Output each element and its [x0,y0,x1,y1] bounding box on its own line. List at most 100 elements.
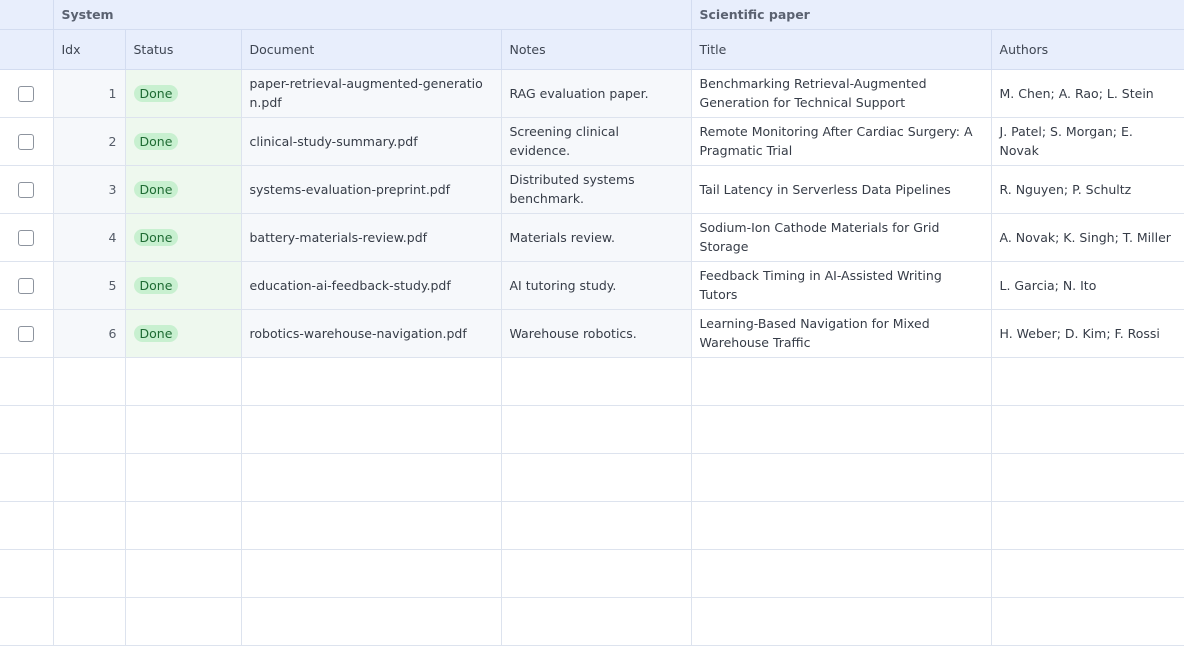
empty-cell[interactable] [990,404,1184,454]
cell-idx[interactable]: 6 [52,308,126,358]
table-row[interactable]: 1 Done paper-retrieval-augmented-generatio… [0,68,1184,118]
cell-document[interactable]: paper-retrieval-augmented-generation.pdf [240,68,502,118]
cell-authors[interactable]: A. Novak; K. Singh; T. Miller [990,212,1184,262]
empty-cell[interactable] [52,500,126,550]
empty-cell[interactable] [240,356,502,406]
header-authors[interactable]: Authors [990,28,1184,70]
empty-cell[interactable] [500,404,692,454]
empty-cell[interactable] [500,452,692,502]
table-row[interactable]: 4 Done battery-materials-review.pdf Materia… [0,212,1184,262]
empty-cell[interactable] [990,548,1184,598]
cell-notes[interactable]: Distributed systems benchmark. [500,164,692,214]
empty-cell[interactable] [690,500,992,550]
cell-title[interactable]: Feedback Timing in AI-Assisted Writing T… [690,260,992,310]
empty-cell[interactable] [52,548,126,598]
checkbox-icon[interactable] [18,134,35,150]
row-select-cell[interactable] [0,308,54,358]
cell-notes[interactable]: Warehouse robotics. [500,308,692,358]
cell-title[interactable]: Learning-Based Navigation for Mixed Ware… [690,308,992,358]
cell-status[interactable]: Done [124,68,242,118]
empty-cell[interactable] [240,452,502,502]
cell-document[interactable]: systems-evaluation-preprint.pdf [240,164,502,214]
empty-cell[interactable] [240,548,502,598]
empty-cell[interactable] [240,404,502,454]
empty-cell[interactable] [500,500,692,550]
cell-idx[interactable]: 3 [52,164,126,214]
empty-cell[interactable] [0,596,54,646]
cell-document[interactable]: clinical-study-summary.pdf [240,116,502,166]
cell-title[interactable]: Benchmarking Retrieval-Augmented Generat… [690,68,992,118]
empty-cell[interactable] [690,356,992,406]
empty-cell[interactable] [52,596,126,646]
empty-cell[interactable] [0,356,54,406]
cell-authors[interactable]: H. Weber; D. Kim; F. Rossi [990,308,1184,358]
cell-notes[interactable]: Materials review. [500,212,692,262]
row-select-cell[interactable] [0,116,54,166]
empty-cell[interactable] [690,404,992,454]
row-select-cell[interactable] [0,164,54,214]
cell-idx[interactable]: 2 [52,116,126,166]
empty-cell[interactable] [500,356,692,406]
cell-status[interactable]: Done [124,260,242,310]
cell-status[interactable]: Done [124,164,242,214]
cell-status[interactable]: Done [124,308,242,358]
cell-notes[interactable]: RAG evaluation paper. [500,68,692,118]
empty-cell[interactable] [124,404,242,454]
empty-cell[interactable] [990,452,1184,502]
empty-cell[interactable] [990,500,1184,550]
checkbox-icon[interactable] [18,86,35,102]
cell-document[interactable]: robotics-warehouse-navigation.pdf [240,308,502,358]
cell-notes[interactable]: Screening clinical evidence. [500,116,692,166]
cell-idx[interactable]: 5 [52,260,126,310]
cell-document[interactable]: education-ai-feedback-study.pdf [240,260,502,310]
empty-cell[interactable] [690,548,992,598]
empty-cell[interactable] [124,356,242,406]
checkbox-icon[interactable] [18,326,35,342]
cell-title[interactable]: Tail Latency in Serverless Data Pipeline… [690,164,992,214]
table-row[interactable]: 6 Done robotics-warehouse-navigation.pdf Wa… [0,308,1184,358]
empty-cell[interactable] [990,356,1184,406]
empty-cell[interactable] [0,404,54,454]
empty-cell[interactable] [690,596,992,646]
empty-cell[interactable] [124,596,242,646]
cell-authors[interactable]: M. Chen; A. Rao; L. Stein [990,68,1184,118]
header-document[interactable]: Document [240,28,502,70]
empty-cell[interactable] [500,548,692,598]
cell-authors[interactable]: J. Patel; S. Morgan; E. Novak [990,116,1184,166]
empty-cell[interactable] [240,500,502,550]
empty-cell[interactable] [52,452,126,502]
checkbox-icon[interactable] [18,278,35,294]
table-row[interactable]: 3 Done systems-evaluation-preprint.pdf Dist… [0,164,1184,214]
empty-cell[interactable] [990,596,1184,646]
cell-idx[interactable]: 1 [52,68,126,118]
header-title[interactable]: Title [690,28,992,70]
empty-cell[interactable] [124,452,242,502]
empty-cell[interactable] [124,548,242,598]
row-select-cell[interactable] [0,212,54,262]
cell-title[interactable]: Sodium-Ion Cathode Materials for Grid St… [690,212,992,262]
header-idx[interactable]: Idx [52,28,126,70]
cell-notes[interactable]: AI tutoring study. [500,260,692,310]
cell-status[interactable]: Done [124,116,242,166]
empty-cell[interactable] [690,452,992,502]
empty-cell[interactable] [124,500,242,550]
checkbox-icon[interactable] [18,182,35,198]
checkbox-icon[interactable] [18,230,35,246]
cell-status[interactable]: Done [124,212,242,262]
empty-cell[interactable] [0,548,54,598]
table-row[interactable]: 2 Done clinical-study-summary.pdf Screening… [0,116,1184,166]
empty-cell[interactable] [0,500,54,550]
row-select-cell[interactable] [0,260,54,310]
table-row[interactable]: 5 Done education-ai-feedback-study.pdf AI t… [0,260,1184,310]
row-select-cell[interactable] [0,68,54,118]
cell-authors[interactable]: R. Nguyen; P. Schultz [990,164,1184,214]
empty-cell[interactable] [0,452,54,502]
cell-idx[interactable]: 4 [52,212,126,262]
empty-cell[interactable] [52,356,126,406]
empty-cell[interactable] [52,404,126,454]
cell-document[interactable]: battery-materials-review.pdf [240,212,502,262]
cell-authors[interactable]: L. Garcia; N. Ito [990,260,1184,310]
empty-cell[interactable] [500,596,692,646]
header-status[interactable]: Status [124,28,242,70]
cell-title[interactable]: Remote Monitoring After Cardiac Surgery:… [690,116,992,166]
